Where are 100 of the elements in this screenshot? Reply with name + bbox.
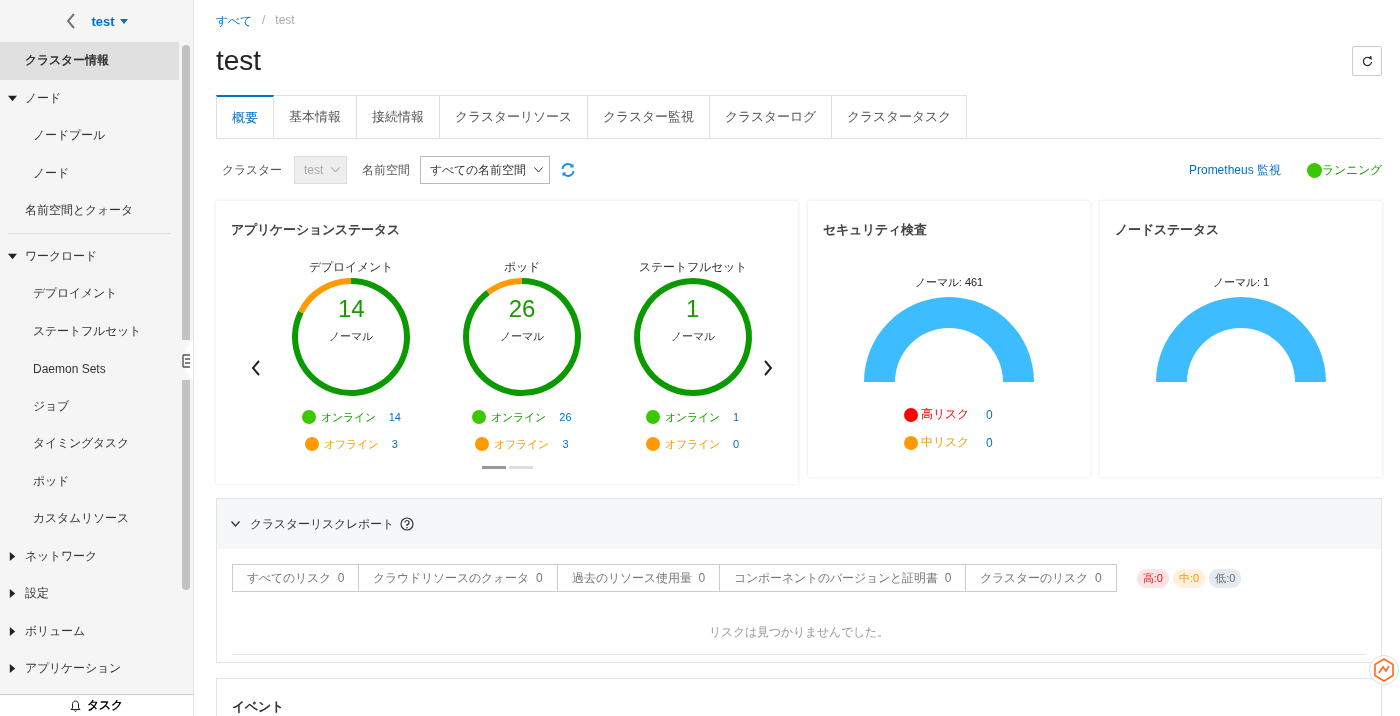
card-title: イベント	[231, 698, 285, 716]
sidebar-item[interactable]: カスタムリソース	[0, 500, 179, 538]
risk-filter-tab[interactable]: コンポーネントのバージョンと証明書 0	[720, 564, 967, 592]
breadcrumb-item[interactable]: すべて	[216, 13, 252, 29]
tab[interactable]: 接続情報	[357, 95, 440, 138]
risk-filter-tab[interactable]: クラスターのリスク 0	[966, 564, 1117, 592]
caret-down-icon	[8, 93, 17, 103]
sidebar-group[interactable]: ワークロード	[0, 237, 179, 275]
tab[interactable]: クラスターリソース	[440, 95, 588, 138]
risk-filter-tab[interactable]: すべてのリスク 0	[232, 564, 360, 592]
assistant-icon[interactable]	[1369, 654, 1399, 686]
tab[interactable]: 基本情報	[274, 95, 357, 138]
breadcrumb-separator: /	[262, 13, 266, 29]
group-label: ワークロード	[25, 247, 97, 265]
help-icon[interactable]	[400, 517, 414, 531]
legend-label: オンライン	[320, 409, 376, 425]
namespace-label: 名前空間	[362, 161, 411, 179]
risk-level-badge: 低:0	[1209, 568, 1242, 588]
total-label: ノーマル	[329, 329, 374, 344]
tab[interactable]: クラスタータスク	[832, 95, 967, 138]
chevron-down-icon	[331, 167, 341, 173]
collapse-handle-icon[interactable]	[180, 340, 193, 380]
card-title: セキュリティ検査	[822, 221, 928, 239]
sidebar-item[interactable]: Daemon Sets	[0, 350, 179, 388]
card-title: アプリケーションステータス	[230, 221, 401, 239]
tab[interactable]: クラスターログ	[710, 95, 832, 138]
sidebar-item[interactable]: 名前空間とクォータ	[0, 192, 179, 230]
total-count: 14	[337, 295, 365, 323]
gauge-summary: ノーマル: 1	[1211, 275, 1271, 289]
sidebar-item[interactable]: ステートフルセット	[0, 312, 179, 350]
legend-value[interactable]: 1	[733, 411, 740, 423]
tab[interactable]: 概要	[216, 95, 274, 138]
page-indicator[interactable]	[481, 466, 506, 469]
legend-value[interactable]: 14	[388, 411, 401, 423]
sidebar-item[interactable]: デプロイメント	[0, 275, 179, 313]
legend-label: オフライン	[665, 436, 721, 452]
caret-right-icon	[8, 626, 17, 636]
cluster-dropdown[interactable]: test	[91, 13, 128, 29]
page-title: test	[216, 45, 262, 77]
legend-value[interactable]: 3	[562, 438, 569, 450]
refresh-button[interactable]	[1352, 46, 1382, 76]
prometheus-link[interactable]: Prometheus 監視	[1188, 161, 1281, 179]
risk-filter-tab[interactable]: 過去のリソース使用量 0	[557, 564, 721, 592]
workload-name: ステートフルセット	[638, 259, 747, 275]
legend-value[interactable]: 26	[559, 411, 572, 423]
cluster-label: クラスター	[222, 161, 282, 179]
risk-filter-tab[interactable]: クラウドリソースのクォータ 0	[359, 564, 558, 592]
sidebar-group[interactable]: アプリケーション	[0, 650, 179, 688]
status-dot	[1307, 162, 1322, 178]
risk-count[interactable]: 0	[986, 435, 993, 450]
workload-name: ポッド	[504, 259, 540, 275]
status-dot	[304, 437, 319, 451]
legend-value[interactable]: 3	[391, 438, 398, 450]
caret-right-icon	[8, 589, 17, 599]
breadcrumb-item: test	[275, 13, 295, 29]
sidebar-group[interactable]: ノード	[0, 79, 179, 117]
total-count: 26	[508, 295, 536, 323]
card-title: ノードステータス	[1114, 221, 1220, 239]
sidebar-group[interactable]: ボリューム	[0, 612, 179, 650]
sync-icon[interactable]	[560, 162, 577, 178]
status-dot	[646, 410, 661, 424]
sidebar-item[interactable]: ポッド	[0, 462, 179, 500]
group-label: 設定	[25, 585, 49, 603]
group-label: ネットワーク	[25, 547, 97, 565]
gauge-summary: ノーマル: 461	[913, 275, 985, 289]
caret-right-icon	[8, 664, 17, 674]
group-label: ボリューム	[25, 622, 85, 640]
caret-down-icon	[119, 18, 128, 24]
sidebar-item[interactable]: タイミングタスク	[0, 425, 179, 463]
group-label: アプリケーション	[25, 660, 121, 678]
legend-value[interactable]: 0	[733, 438, 740, 450]
sidebar-group[interactable]: ネットワーク	[0, 537, 179, 575]
sidebar-group[interactable]: 設定	[0, 575, 179, 613]
sidebar-item[interactable]: ジョブ	[0, 387, 179, 425]
back-icon[interactable]	[65, 13, 78, 29]
workload-name: デプロイメント	[309, 259, 394, 275]
scrollbar[interactable]	[182, 45, 190, 590]
sidebar-item[interactable]: ノード	[0, 154, 179, 192]
legend-label: オンライン	[491, 409, 547, 425]
risk-count[interactable]: 0	[986, 407, 993, 422]
sidebar-item[interactable]: ノードプール	[0, 117, 179, 155]
caret-down-icon	[8, 251, 17, 261]
refresh-icon	[1361, 55, 1373, 67]
task-button[interactable]: タスク	[0, 694, 193, 716]
group-label: ノード	[25, 89, 61, 107]
status-dot	[475, 437, 490, 451]
risk-level-badge: 中:0	[1173, 568, 1206, 588]
legend-label: オンライン	[665, 409, 721, 425]
status-dot	[301, 410, 316, 424]
tab[interactable]: クラスター監視	[588, 95, 710, 138]
sidebar-item[interactable]: クラスター情報	[0, 42, 179, 80]
risk-report-header[interactable]: クラスターリスクレポート	[217, 499, 1381, 549]
namespace-select[interactable]: すべての名前空間	[420, 156, 551, 184]
chevron-down-icon	[231, 521, 240, 527]
bell-icon	[70, 699, 81, 712]
legend-label: オフライン	[323, 436, 379, 452]
panel-title: クラスターリスクレポート	[250, 515, 394, 533]
status-dot	[472, 410, 487, 424]
total-label: ノーマル	[670, 329, 715, 344]
total-label: ノーマル	[500, 329, 544, 344]
